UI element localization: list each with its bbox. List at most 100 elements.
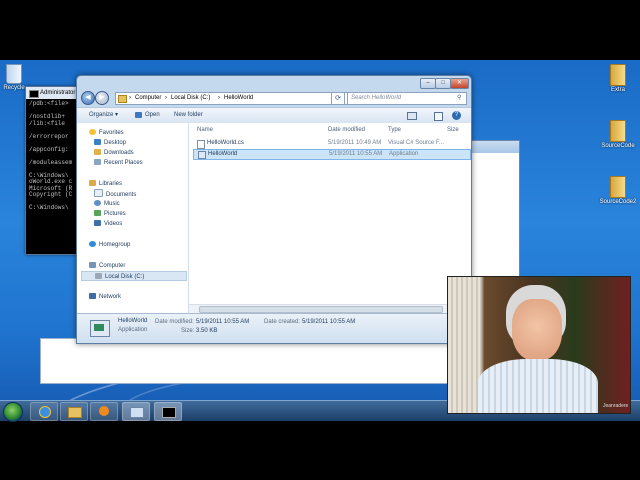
console-icon [29, 90, 39, 98]
cs-file-icon [197, 140, 205, 149]
preview-pane-icon[interactable] [434, 112, 443, 121]
back-arrow-icon[interactable]: ◀ [81, 91, 95, 105]
column-type[interactable]: Type [388, 126, 401, 134]
breadcrumb-sep: › [129, 95, 131, 101]
maximize-button[interactable]: □ [435, 78, 451, 89]
nav-music[interactable]: Music [94, 199, 120, 209]
open-button[interactable]: Open [145, 111, 160, 120]
breadcrumb-computer[interactable]: Computer [135, 93, 161, 104]
nav-label: Downloads [104, 150, 134, 156]
nav-label: Local Disk (C:) [105, 274, 145, 280]
search-icon[interactable]: ⚲ [457, 93, 461, 104]
nav-label: Libraries [99, 181, 123, 187]
details-created: 5/19/2011 10:55 AM [302, 319, 356, 325]
console-output[interactable]: /pdb:<file> /nostdlib+/lib:<file /errorr… [26, 99, 80, 254]
app-glyph [94, 324, 104, 331]
application-large-icon [90, 320, 110, 337]
nav-label: Pictures [104, 211, 126, 217]
file-row[interactable]: HelloWorld.cs 5/19/2011 10:49 AM Visual … [193, 139, 469, 149]
nav-libraries[interactable]: Libraries [89, 179, 122, 189]
taskbar-app[interactable] [122, 402, 150, 421]
taskbar-console[interactable] [154, 402, 182, 421]
column-name[interactable]: Name [197, 126, 213, 134]
nav-label: Videos [104, 221, 123, 227]
drive-icon [95, 273, 102, 279]
folder-icon [610, 176, 626, 198]
background-window[interactable] [40, 338, 474, 384]
details-created-label: Date created: [264, 319, 301, 325]
window-blinds [448, 277, 480, 413]
close-button[interactable]: ✕ [450, 78, 469, 89]
homegroup-icon [89, 241, 96, 247]
desktop-icon-label: Recycle [3, 85, 25, 91]
file-date: 5/19/2011 10:55 AM [329, 151, 383, 157]
desktop-icon [94, 139, 101, 145]
view-options-icon[interactable] [407, 112, 417, 120]
taskbar-ie[interactable] [30, 402, 58, 421]
presenter-shirt [478, 359, 598, 413]
webcam-overlay: Jeanradere [447, 276, 631, 414]
videos-icon [94, 220, 101, 226]
media-player-icon [99, 406, 109, 416]
desktop-icon-sourcecode2[interactable]: SourceCode2 [596, 176, 640, 205]
nav-local-disk[interactable]: Local Disk (C:) [81, 271, 187, 281]
breadcrumb-helloworld[interactable]: HelloWorld [224, 93, 253, 104]
minimize-button[interactable]: – [420, 78, 436, 89]
command-bar: Organize ▾ Open New folder ? [77, 107, 471, 124]
nav-pictures[interactable]: Pictures [94, 209, 126, 219]
internet-explorer-icon [39, 406, 51, 418]
documents-icon [94, 189, 103, 197]
console-titlebar[interactable]: Administrator [26, 87, 80, 99]
new-folder-button[interactable]: New folder [174, 111, 203, 120]
column-size[interactable]: Size [447, 126, 459, 134]
desktop-icon-sourcecode[interactable]: SourceCode [596, 120, 640, 149]
nav-label: Desktop [104, 140, 127, 146]
nav-favorites[interactable]: Favorites [89, 128, 124, 138]
file-name: HelloWorld.cs [207, 140, 244, 146]
application-icon [130, 407, 144, 418]
details-name: HelloWorld [118, 318, 148, 324]
details-pane: HelloWorld Application Date modified: 5/… [77, 313, 471, 343]
file-type: Application [389, 151, 419, 157]
nav-downloads[interactable]: Downloads [94, 148, 134, 158]
navigation-pane: Favorites Desktop Downloads Recent Place… [77, 123, 189, 313]
file-row-selected[interactable]: HelloWorld 5/19/2011 10:55 AM Applicatio… [193, 149, 471, 160]
nav-recent-places[interactable]: Recent Places [94, 158, 143, 168]
background-window[interactable] [470, 140, 520, 282]
details-modified: 5/19/2011 10:55 AM [196, 319, 250, 325]
nav-desktop[interactable]: Desktop [94, 138, 126, 148]
breadcrumb-sep: › [165, 95, 167, 101]
nav-homegroup[interactable]: Homegroup [89, 240, 130, 250]
organize-button[interactable]: Organize ▾ [89, 111, 118, 120]
folder-icon [68, 407, 82, 418]
nav-network[interactable]: Network [89, 292, 121, 302]
folder-icon [610, 64, 626, 86]
horizontal-scrollbar[interactable] [189, 304, 471, 313]
scrollbar-thumb[interactable] [199, 306, 443, 313]
nav-videos[interactable]: Videos [94, 219, 122, 229]
explorer-window[interactable]: – □ ✕ ◀ ▶ › Computer › Local Disk (C:) ›… [76, 75, 472, 344]
help-icon[interactable]: ? [452, 111, 461, 120]
desktop-icon-extra[interactable]: Extra [596, 64, 640, 93]
breadcrumb-local-disk[interactable]: Local Disk (C:) [171, 93, 210, 104]
nav-label: Recent Places [104, 160, 143, 166]
start-button[interactable] [3, 402, 23, 422]
column-date-modified[interactable]: Date modified [328, 126, 365, 134]
folder-icon [118, 95, 127, 103]
recycle-bin-icon [6, 64, 22, 84]
taskbar-media-player[interactable] [90, 402, 118, 421]
pictures-icon [94, 210, 101, 216]
nav-computer[interactable]: Computer [89, 261, 125, 271]
console-title: Administrator [40, 90, 76, 96]
forward-arrow-icon[interactable]: ▶ [95, 91, 109, 105]
file-name: HelloWorld [208, 151, 238, 157]
taskbar-explorer[interactable] [60, 402, 88, 421]
window-titlebar[interactable] [471, 141, 519, 153]
console-window[interactable]: Administrator /pdb:<file> /nostdlib+/lib… [25, 86, 81, 255]
nav-documents[interactable]: Documents [94, 189, 136, 199]
search-input[interactable]: Search HelloWorld ⚲ [347, 92, 467, 105]
details-size: 3.50 KB [196, 328, 218, 334]
desktop-icon-label: SourceCode2 [599, 199, 637, 205]
console-line: /moduleassem [29, 158, 73, 166]
refresh-icon[interactable]: ⟳ [331, 92, 345, 105]
